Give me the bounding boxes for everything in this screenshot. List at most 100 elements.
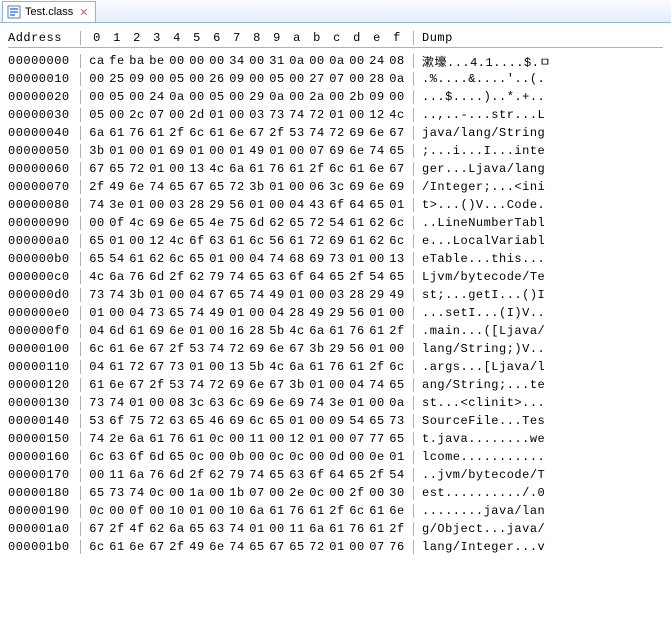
hex-row[interactable]: 000000f0046d61696e010016285b4c6a6176612f… xyxy=(8,322,663,340)
address-cell: 00000140 xyxy=(8,414,81,428)
hex-byte: 6f xyxy=(107,414,127,428)
hex-byte: 6a xyxy=(227,162,247,176)
hex-row[interactable]: 000001900c000f00100100106a6176612f6c616e… xyxy=(8,502,663,520)
hex-bytes: 6573740c001a001b07002e0c002f0030 xyxy=(81,486,414,500)
hex-bytes: 0c000f00100100106a6176612f6c616e xyxy=(81,504,414,518)
hex-bytes: 3b0100016901000149010007696e7465 xyxy=(81,144,414,158)
hex-byte: 53 xyxy=(167,378,187,392)
hex-byte: 00 xyxy=(127,90,147,104)
hex-row[interactable]: 00000000cafebabe0000003400310a000a002408… xyxy=(8,52,663,70)
hex-byte: 11 xyxy=(247,432,267,446)
hex-row[interactable]: 00000080743e010003282956010004436f646501… xyxy=(8,196,663,214)
hex-row[interactable]: 00000020000500240a000500290a002a002b0900… xyxy=(8,88,663,106)
hex-bytes: 616e672f537472696e673b0100047465 xyxy=(81,378,414,392)
header-row: Address 0123456789abcdef Dump xyxy=(8,29,663,48)
hex-row[interactable]: 000000c04c6a766d2f62797465636f64652f5465… xyxy=(8,268,663,286)
hex-byte: 63 xyxy=(267,270,287,284)
hex-row[interactable]: 000000606765720100134c6a6176612f6c616e67… xyxy=(8,160,663,178)
hex-byte: 65 xyxy=(387,378,407,392)
hex-bytes: 743e010003282956010004436f646501 xyxy=(81,198,414,212)
hex-row[interactable]: 000000d073743b01000467657449010003282949… xyxy=(8,286,663,304)
hex-byte: 2f xyxy=(387,324,407,338)
hex-byte: 12 xyxy=(287,432,307,446)
hex-bytes: cafebabe0000003400310a000a002408 xyxy=(81,54,414,68)
hex-byte: 72 xyxy=(327,126,347,140)
address-cell: 00000150 xyxy=(8,432,81,446)
hex-byte: 65 xyxy=(387,144,407,158)
hex-row[interactable]: 000000503b0100016901000149010007696e7465… xyxy=(8,142,663,160)
hex-bytes: 536f7572636546696c65010009546573 xyxy=(81,414,414,428)
hex-byte: 6a xyxy=(127,432,147,446)
hex-row[interactable]: 000001806573740c001a001b07002e0c002f0030… xyxy=(8,484,663,502)
hex-byte: 4c xyxy=(387,108,407,122)
hex-byte: 2c xyxy=(127,108,147,122)
hex-row[interactable]: 000000b0655461626c6501000474686973010013… xyxy=(8,250,663,268)
hex-byte: 00 xyxy=(207,360,227,374)
hex-row[interactable]: 000000e001000473657449010004284929560100… xyxy=(8,304,663,322)
address-cell: 000000f0 xyxy=(8,324,81,338)
hex-byte: 09 xyxy=(227,72,247,86)
hex-byte: 54 xyxy=(387,468,407,482)
hex-byte: 10 xyxy=(167,504,187,518)
hex-byte: 00 xyxy=(307,450,327,464)
hex-row[interactable]: 0000011004617267730100135b4c6a6176612f6c… xyxy=(8,358,663,376)
hex-row[interactable]: 000001606c636f6d650c000b000c0c000d000e01… xyxy=(8,448,663,466)
file-tab[interactable]: Test.class ✕ xyxy=(2,1,96,22)
address-cell: 00000040 xyxy=(8,126,81,140)
hex-byte: 72 xyxy=(307,216,327,230)
hex-byte: 76 xyxy=(327,360,347,374)
hex-byte: 6e xyxy=(367,180,387,194)
hex-byte: 72 xyxy=(307,540,327,554)
hex-row[interactable]: 00000140536f7572636546696c65010009546573… xyxy=(8,412,663,430)
hex-byte: 54 xyxy=(107,252,127,266)
hex-row[interactable]: 000000702f496e74656765723b0100063c696e69… xyxy=(8,178,663,196)
hex-row[interactable]: 0000003005002c07002d0100037374720100124c… xyxy=(8,106,663,124)
hex-row[interactable]: 000000406a6176612f6c616e672f537472696e67… xyxy=(8,124,663,142)
hex-byte: 72 xyxy=(227,342,247,356)
ascii-dump: ger...Ljava/lang xyxy=(414,162,545,176)
hex-byte: 01 xyxy=(187,504,207,518)
hex-byte: 01 xyxy=(227,144,247,158)
hex-byte: 00 xyxy=(147,72,167,86)
hex-row[interactable]: 000001a0672f4f626a6563740100116a6176612f… xyxy=(8,520,663,538)
hex-row[interactable]: 00000090000f4c696e654e756d6265725461626c… xyxy=(8,214,663,232)
hex-byte: 6e xyxy=(367,162,387,176)
hex-byte: 2f xyxy=(387,522,407,536)
hex-col-header: 0 xyxy=(87,31,107,45)
hex-byte: 0d xyxy=(327,450,347,464)
hex-byte: 05 xyxy=(167,72,187,86)
hex-byte: 04 xyxy=(287,198,307,212)
hex-row[interactable]: 00000120616e672f537472696e673b0100047465… xyxy=(8,376,663,394)
hex-row[interactable]: 00000150742e6a6176610c001100120100077765… xyxy=(8,430,663,448)
hex-byte: 74 xyxy=(107,288,127,302)
hex-byte: 64 xyxy=(327,468,347,482)
hex-byte: 62 xyxy=(147,522,167,536)
hex-byte: 00 xyxy=(287,72,307,86)
hex-byte: 00 xyxy=(247,450,267,464)
hex-bytes: 73743b01000467657449010003282949 xyxy=(81,288,414,302)
hex-byte: 00 xyxy=(347,72,367,86)
hex-byte: 6a xyxy=(107,270,127,284)
ascii-dump: ..jvm/bytecode/T xyxy=(414,468,545,482)
hex-byte: 76 xyxy=(267,162,287,176)
hex-byte: 01 xyxy=(327,108,347,122)
hex-byte: 6a xyxy=(247,504,267,518)
hex-byte: 62 xyxy=(147,252,167,266)
hex-row[interactable]: 000001006c616e672f537472696e673b29560100… xyxy=(8,340,663,358)
hex-row[interactable]: 0000017000116a766d2f62797465636f64652f54… xyxy=(8,466,663,484)
hex-byte: 00 xyxy=(207,450,227,464)
class-file-icon xyxy=(7,5,21,19)
hex-byte: 79 xyxy=(207,270,227,284)
hex-row[interactable]: 000000a0650100124c6f63616c5661726961626c… xyxy=(8,232,663,250)
hex-row[interactable]: 000000100025090005002609000500270700280a… xyxy=(8,70,663,88)
ascii-dump: java/lang/String xyxy=(414,126,545,140)
hex-byte: 61 xyxy=(307,360,327,374)
close-icon[interactable]: ✕ xyxy=(77,6,90,19)
hex-byte: 2f xyxy=(167,540,187,554)
hex-row[interactable]: 0000013073740100083c636c696e69743e01000a… xyxy=(8,394,663,412)
hex-byte: 00 xyxy=(347,450,367,464)
hex-row[interactable]: 000001b06c616e672f496e746567657201000776… xyxy=(8,538,663,556)
hex-byte: 00 xyxy=(227,252,247,266)
hex-byte: 61 xyxy=(327,522,347,536)
ascii-dump: ..LineNumberTabl xyxy=(414,216,545,230)
